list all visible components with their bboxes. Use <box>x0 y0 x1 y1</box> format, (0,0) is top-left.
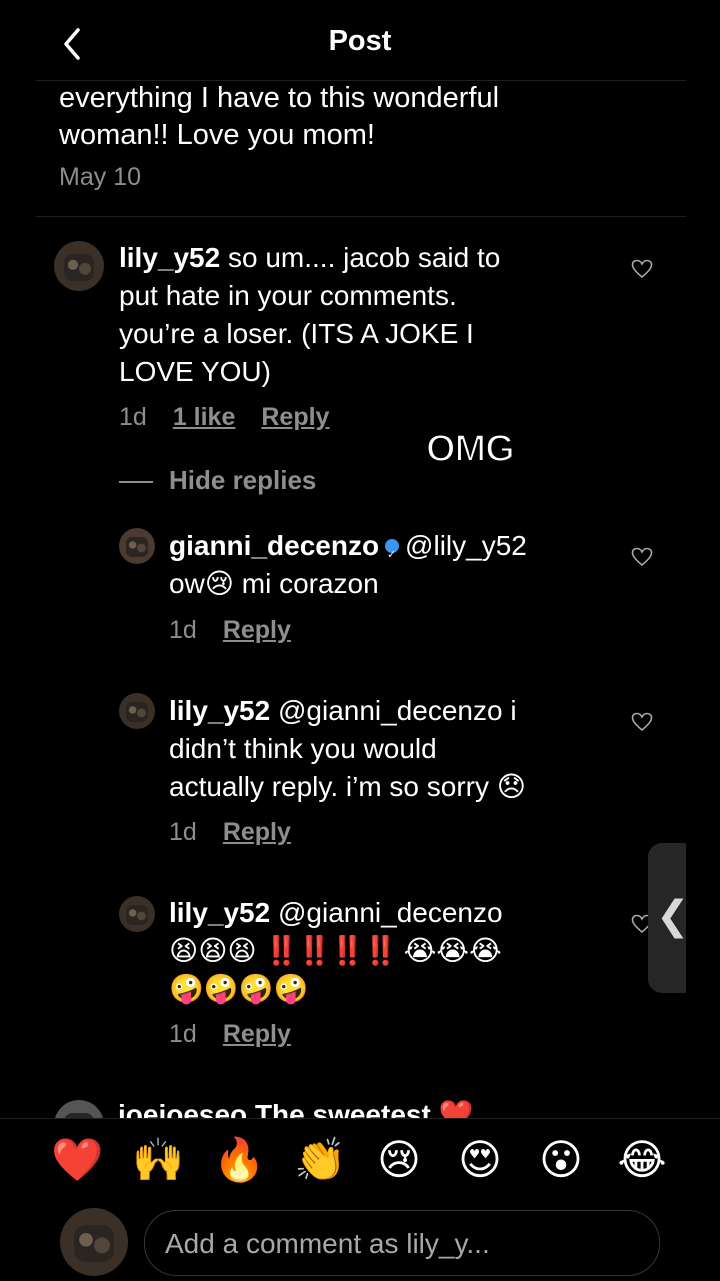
avatar[interactable] <box>119 896 155 932</box>
heart-icon[interactable] <box>631 259 653 279</box>
avatar[interactable] <box>54 241 104 291</box>
page-title: Post <box>328 25 392 57</box>
comment-username[interactable]: lily_y52 <box>119 242 220 273</box>
comment-body: lily_y52 so um.... jacob said to put hat… <box>119 239 619 391</box>
reply-time: 1d <box>169 616 197 644</box>
reply-text-line: actually reply. i’m so sorry 😞 <box>169 771 526 802</box>
reply-emoji: 😫😫😫 <box>169 935 257 966</box>
reaction-raised-hands-button[interactable]: 🙌 <box>132 1136 184 1184</box>
reply-text-line: didn’t think you would <box>169 733 437 764</box>
mention-link[interactable]: @gianni_decenzo <box>278 897 503 928</box>
caption-line-2: woman!! Love you mom! <box>59 119 375 151</box>
reply-username[interactable]: gianni_decenzo <box>169 530 379 561</box>
reply-body: lily_y52 @gianni_decenzo i didn’t think … <box>169 692 629 806</box>
comment-text-line: put hate in your comments. <box>119 280 457 311</box>
reply-emoji: 🤪🤪🤪🤪 <box>169 973 309 1004</box>
overlay-caption: OMG <box>425 427 516 471</box>
comment-input[interactable] <box>163 1221 647 1267</box>
heart-icon[interactable] <box>631 712 653 732</box>
reply-button[interactable]: Reply <box>223 1020 291 1048</box>
reply-username[interactable]: lily_y52 <box>169 897 270 928</box>
post-date: May 10 <box>59 163 141 191</box>
reply-time: 1d <box>169 1020 197 1048</box>
reaction-heart-eyes-button[interactable]: 😍 <box>455 1136 505 1184</box>
comment-meta: 1d 1 like Reply <box>119 403 355 432</box>
reaction-crying-button[interactable]: 😢 <box>374 1136 424 1184</box>
reply-emoji: 😭😭😭 <box>403 935 502 966</box>
comment-time: 1d <box>119 403 147 431</box>
likes-link[interactable]: 1 like <box>173 403 236 431</box>
divider-line <box>119 481 153 484</box>
caption-line-1: everything I have to this wonderful <box>59 82 500 114</box>
reply-button[interactable]: Reply <box>223 818 291 846</box>
reaction-fire-button[interactable]: 🔥 <box>213 1136 265 1184</box>
reaction-heart-button[interactable]: ❤️ <box>51 1136 103 1184</box>
reply-button[interactable]: Reply <box>223 616 291 644</box>
comment-text-line: so um.... jacob said to <box>227 242 501 273</box>
reply-button[interactable]: Reply <box>261 403 329 431</box>
hide-replies-label: Hide replies <box>169 465 317 495</box>
hide-replies-button[interactable]: Hide replies <box>119 465 316 496</box>
reaction-laughing-button[interactable]: 😂 <box>617 1136 667 1184</box>
reply-body: gianni_decenzo@lily_y52 ow😢 mi corazon <box>169 527 619 603</box>
mention-link[interactable]: @lily_y52 <box>405 530 527 561</box>
verified-badge-icon <box>385 536 400 574</box>
header: Post <box>0 0 720 80</box>
heart-icon[interactable] <box>631 547 653 567</box>
post-caption: everything I have to this wonderful woma… <box>59 80 659 154</box>
reaction-surprised-button[interactable]: 😮 <box>536 1136 586 1184</box>
reply-username[interactable]: lily_y52 <box>169 695 270 726</box>
side-drawer-handle[interactable]: ❮ <box>648 843 690 993</box>
reaction-clap-button[interactable]: 👏 <box>294 1136 346 1184</box>
reply-emoji: ‼️‼️‼️‼️ <box>264 935 397 966</box>
reply-meta: 1d Reply <box>169 818 317 847</box>
comment-text-line: you’re a loser. (ITS A JOKE I <box>119 318 474 349</box>
avatar[interactable] <box>60 1208 128 1276</box>
reply-meta: 1d Reply <box>169 616 317 645</box>
caption-divider <box>36 216 686 217</box>
mention-link[interactable]: @gianni_decenzo i <box>278 695 517 726</box>
comment-text-line: LOVE YOU) <box>119 356 271 387</box>
list-item: ioeioeseo The sweetest ❤️ <box>0 1096 720 1118</box>
avatar[interactable] <box>119 693 155 729</box>
comment-input-container[interactable] <box>144 1210 660 1276</box>
comment-text-line: ioeioeseo The sweetest ❤️ <box>118 1099 474 1118</box>
reply-meta: 1d Reply <box>169 1020 317 1049</box>
reply-body: lily_y52 @gianni_decenzo 😫😫😫 ‼️‼️‼️‼️ 😭😭… <box>169 894 639 1008</box>
chevron-left-icon: ❮ <box>656 894 690 938</box>
avatar[interactable] <box>54 1100 104 1118</box>
avatar[interactable] <box>119 528 155 564</box>
reply-time: 1d <box>169 818 197 846</box>
